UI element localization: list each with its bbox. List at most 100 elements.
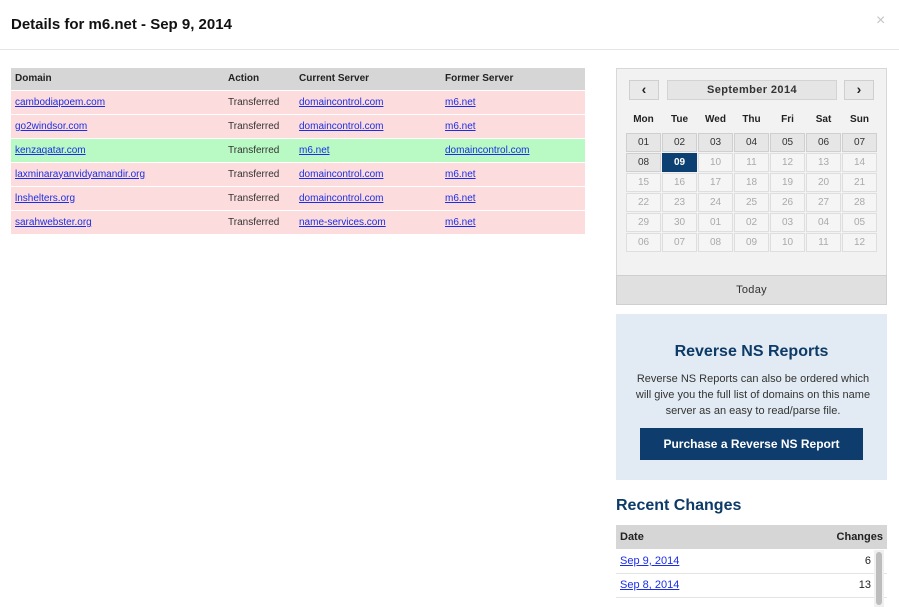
calendar-day: 18: [734, 173, 769, 192]
calendar-day[interactable]: 08: [626, 153, 661, 172]
purchase-reverse-ns-button[interactable]: Purchase a Reverse NS Report: [640, 428, 863, 460]
table-row: lnshelters.org Transferred domaincontrol…: [11, 185, 585, 210]
current-server-link[interactable]: domaincontrol.com: [299, 97, 383, 108]
calendar-day: 29: [626, 213, 661, 232]
calendar-day: 10: [698, 153, 733, 172]
current-server-link[interactable]: name-services.com: [299, 217, 386, 228]
calendar-day: 22: [626, 193, 661, 212]
calendar-day: 06: [626, 233, 661, 252]
current-server-link[interactable]: domaincontrol.com: [299, 193, 383, 204]
current-server-link[interactable]: m6.net: [299, 145, 330, 156]
column-header-action[interactable]: Action: [224, 68, 295, 90]
calendar-day: 09: [734, 233, 769, 252]
weekday-label: Sat: [815, 114, 832, 125]
calendar-day: 11: [806, 233, 841, 252]
calendar-day[interactable]: 09: [662, 153, 697, 172]
calendar-day: 11: [734, 153, 769, 172]
table-row: cambodiapoem.com Transferred domaincontr…: [11, 89, 585, 114]
current-server-link[interactable]: domaincontrol.com: [299, 121, 383, 132]
calendar-day: 13: [806, 153, 841, 172]
action-cell: Transferred: [224, 185, 295, 210]
recent-changes-title: Recent Changes: [616, 497, 742, 514]
next-month-button[interactable]: ›: [844, 80, 874, 100]
month-label: September 2014: [667, 80, 837, 100]
date-link[interactable]: Sep 9, 2014: [620, 555, 679, 567]
scrollbar-thumb[interactable]: [876, 552, 882, 605]
column-header-former-server[interactable]: Former Server: [441, 68, 585, 90]
weekday-label: Sun: [850, 114, 869, 125]
previous-month-button[interactable]: ‹: [629, 80, 659, 100]
calendar-day[interactable]: 04: [734, 133, 769, 152]
former-server-link[interactable]: m6.net: [445, 217, 476, 228]
dialog-title: Details for m6.net - Sep 9, 2014: [11, 16, 232, 33]
calendar-day-grid: 01 02 03 04 05 06 07 08 09 10 11 12 13 14 15 16 17 18 19 20…: [626, 133, 877, 252]
calendar-day: 10: [770, 233, 805, 252]
calendar-day: 17: [698, 173, 733, 192]
calendar-day: 30: [662, 213, 697, 232]
calendar-day: 24: [698, 193, 733, 212]
weekday-label: Thu: [742, 114, 761, 125]
changes-count: 6: [766, 549, 887, 574]
calendar-day: 20: [806, 173, 841, 192]
calendar-day: 26: [770, 193, 805, 212]
table-row: kenzaqatar.com Transferred m6.net domain…: [11, 137, 585, 162]
domains-table: Domain Action Current Server Former Serv…: [11, 68, 585, 234]
calendar-day: 03: [770, 213, 805, 232]
calendar-day[interactable]: 07: [842, 133, 877, 152]
calendar-day: 05: [842, 213, 877, 232]
domain-link[interactable]: cambodiapoem.com: [15, 97, 105, 108]
action-cell: Transferred: [224, 113, 295, 138]
dialog-header: Details for m6.net - Sep 9, 2014 ×: [0, 0, 899, 50]
calendar-day[interactable]: 05: [770, 133, 805, 152]
calendar-day[interactable]: 01: [626, 133, 661, 152]
date-link[interactable]: Sep 8, 2014: [620, 579, 679, 591]
domain-link[interactable]: kenzaqatar.com: [15, 145, 86, 156]
weekday-label: Wed: [705, 114, 726, 125]
action-cell: Transferred: [224, 161, 295, 186]
column-header-domain[interactable]: Domain: [11, 68, 224, 90]
domain-link[interactable]: laxminarayanvidyamandir.org: [15, 169, 145, 180]
former-server-link[interactable]: m6.net: [445, 121, 476, 132]
column-header-date: Date: [616, 525, 767, 549]
close-icon[interactable]: ×: [876, 12, 885, 30]
weekday-label: Mon: [633, 114, 654, 125]
current-server-link[interactable]: domaincontrol.com: [299, 169, 383, 180]
calendar-day: 04: [806, 213, 841, 232]
table-row: Sep 9, 2014 6: [616, 549, 887, 574]
calendar-day: 23: [662, 193, 697, 212]
reverse-ns-title: Reverse NS Reports: [674, 343, 829, 360]
domain-link[interactable]: sarahwebster.org: [15, 217, 92, 228]
calendar-day: 12: [770, 153, 805, 172]
table-row: go2windsor.com Transferred domaincontrol…: [11, 113, 585, 138]
domain-link[interactable]: lnshelters.org: [15, 193, 75, 204]
column-header-changes: Changes: [766, 525, 887, 549]
calendar-day: 27: [806, 193, 841, 212]
calendar-day: 07: [662, 233, 697, 252]
former-server-link[interactable]: m6.net: [445, 169, 476, 180]
weekday-header: Mon Tue Wed Thu Fri Sat Sun: [626, 114, 877, 125]
action-cell: Transferred: [224, 137, 295, 162]
scrollbar[interactable]: [874, 550, 884, 607]
calendar-day[interactable]: 02: [662, 133, 697, 152]
weekday-label: Tue: [670, 114, 689, 125]
table-row: laxminarayanvidyamandir.org Transferred …: [11, 161, 585, 186]
calendar-day: 08: [698, 233, 733, 252]
former-server-link[interactable]: m6.net: [445, 193, 476, 204]
action-cell: Transferred: [224, 89, 295, 114]
domain-link[interactable]: go2windsor.com: [15, 121, 87, 132]
calendar-day: 02: [734, 213, 769, 232]
today-button[interactable]: Today: [616, 275, 887, 305]
table-row: Sep 8, 2014 13: [616, 573, 887, 598]
action-cell: Transferred: [224, 209, 295, 234]
former-server-link[interactable]: domaincontrol.com: [445, 145, 529, 156]
calendar-day[interactable]: 06: [806, 133, 841, 152]
calendar-day: 12: [842, 233, 877, 252]
reverse-ns-panel: Reverse NS Reports Reverse NS Reports ca…: [616, 314, 887, 480]
former-server-link[interactable]: m6.net: [445, 97, 476, 108]
calendar-day: 16: [662, 173, 697, 192]
calendar-day[interactable]: 03: [698, 133, 733, 152]
reverse-ns-description: Reverse NS Reports can also be ordered w…: [635, 373, 871, 417]
column-header-current-server[interactable]: Current Server: [295, 68, 441, 90]
recent-changes-header: Date Changes: [616, 525, 887, 549]
date-picker: ‹ September 2014 › Mon Tue Wed Thu Fri S…: [616, 68, 887, 305]
